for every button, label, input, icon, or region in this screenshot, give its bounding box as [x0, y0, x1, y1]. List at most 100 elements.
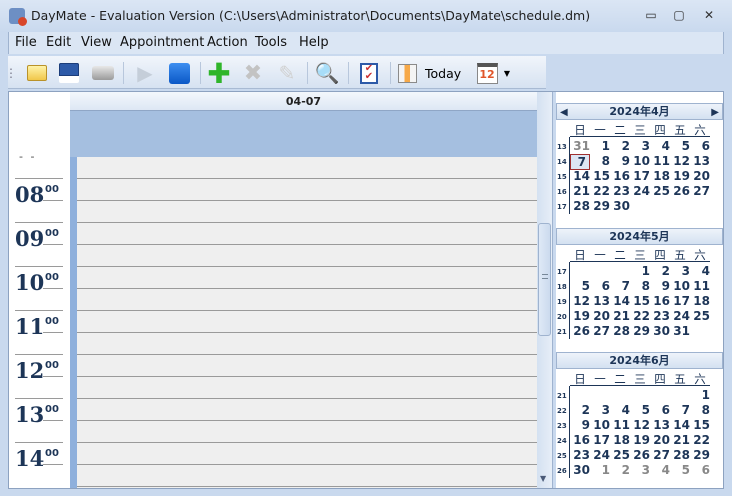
calendar-day[interactable]: 24 — [670, 309, 690, 323]
calendar-day[interactable]: 21 — [610, 309, 630, 323]
calendar-day[interactable]: 3 — [590, 403, 610, 417]
day-column-header[interactable]: 04-07 — [70, 92, 537, 111]
calendar-day[interactable]: 25 — [690, 309, 710, 323]
calendar-day[interactable]: 30 — [570, 463, 590, 477]
calendar-day[interactable]: 20 — [590, 309, 610, 323]
calendar-day[interactable]: 23 — [610, 184, 630, 198]
calendar-day[interactable]: 6 — [690, 463, 710, 477]
calendar-day[interactable]: 17 — [590, 433, 610, 447]
calendar-day[interactable]: 17 — [670, 294, 690, 308]
calendar-day[interactable]: 13 — [650, 418, 670, 432]
calendar-day[interactable]: 27 — [590, 324, 610, 338]
menu-action[interactable]: Action — [207, 35, 248, 50]
menu-appointment[interactable]: Appointment — [120, 35, 204, 50]
search-button[interactable]: 🔍 — [314, 60, 340, 86]
calendar-day[interactable]: 9 — [570, 418, 590, 432]
calendar-day[interactable]: 16 — [610, 169, 630, 183]
calendar-day[interactable]: 14 — [610, 294, 630, 308]
menu-view[interactable]: View — [81, 35, 112, 50]
vertical-scrollbar[interactable]: ▼ — [537, 92, 552, 488]
calendar-day[interactable]: 20 — [650, 433, 670, 447]
calendar-day[interactable]: 5 — [670, 139, 690, 153]
calendar-day[interactable]: 8 — [630, 279, 650, 293]
save-button[interactable] — [56, 60, 82, 86]
calendar-day[interactable]: 2 — [570, 403, 590, 417]
calendar-day[interactable]: 18 — [650, 169, 670, 183]
minimize-button[interactable]: ▭ — [640, 8, 662, 24]
calendar-day[interactable]: 4 — [650, 463, 670, 477]
calendar-day[interactable]: 28 — [570, 199, 590, 213]
calendar-day[interactable]: 2 — [650, 264, 670, 278]
calendar-day[interactable]: 26 — [570, 324, 590, 338]
calendar-day[interactable]: 19 — [670, 169, 690, 183]
calendar-day[interactable]: 12 — [670, 154, 690, 168]
date-picker-dropdown[interactable]: ▼ — [502, 60, 512, 86]
calendar-day[interactable]: 21 — [570, 184, 590, 198]
calendar-day[interactable]: 3 — [630, 463, 650, 477]
maximize-button[interactable]: ▢ — [668, 8, 690, 24]
calendar-day[interactable]: 25 — [650, 184, 670, 198]
calendar-day[interactable]: 21 — [670, 433, 690, 447]
calendar-day[interactable]: 13 — [690, 154, 710, 168]
calendar-day[interactable]: 10 — [630, 154, 650, 168]
calendar-day[interactable]: 19 — [570, 309, 590, 323]
calendar-day[interactable]: 9 — [610, 154, 630, 168]
calendar-day[interactable]: 11 — [690, 279, 710, 293]
calendar-day[interactable]: 10 — [670, 279, 690, 293]
calendar-day[interactable]: 30 — [610, 199, 630, 213]
calendar-day[interactable]: 22 — [690, 433, 710, 447]
calendar-day[interactable]: 4 — [610, 403, 630, 417]
calendar-day[interactable]: 15 — [630, 294, 650, 308]
calendar-day[interactable]: 11 — [610, 418, 630, 432]
calendar-day[interactable]: 7 — [670, 403, 690, 417]
calendar-day[interactable]: 23 — [570, 448, 590, 462]
calendar-day[interactable]: 29 — [630, 324, 650, 338]
calendar-day[interactable]: 2 — [610, 139, 630, 153]
calendar-day[interactable]: 14 — [570, 169, 590, 183]
calendar-day[interactable]: 4 — [690, 264, 710, 278]
menu-file[interactable]: File — [15, 35, 37, 50]
scrollbar-thumb[interactable] — [538, 223, 551, 336]
calendar-day[interactable]: 6 — [690, 139, 710, 153]
calendar-day[interactable]: 4 — [650, 139, 670, 153]
next-month-arrow[interactable]: ▶ — [711, 105, 719, 120]
calendar-day[interactable]: 18 — [610, 433, 630, 447]
edit-button[interactable]: ✎ — [274, 60, 300, 86]
calendar-day[interactable]: 15 — [590, 169, 610, 183]
prev-month-arrow[interactable]: ◀ — [560, 105, 568, 120]
calendar-day[interactable]: 28 — [670, 448, 690, 462]
close-button[interactable]: ✕ — [698, 8, 720, 24]
calendar-day[interactable]: 11 — [650, 154, 670, 168]
day-time-grid[interactable] — [70, 157, 537, 488]
calendar-day[interactable]: 12 — [630, 418, 650, 432]
menu-tools[interactable]: Tools — [255, 35, 287, 50]
calendar-day[interactable]: 28 — [610, 324, 630, 338]
calendar-day[interactable]: 5 — [630, 403, 650, 417]
calendar-day[interactable]: 16 — [650, 294, 670, 308]
calendar-day[interactable]: 18 — [690, 294, 710, 308]
calendar-day[interactable]: 7 — [610, 279, 630, 293]
calendar-day[interactable]: 27 — [650, 448, 670, 462]
calendar-day[interactable]: 31 — [570, 139, 590, 153]
calendar-day[interactable]: 15 — [690, 418, 710, 432]
stop-button[interactable] — [166, 60, 192, 86]
calendar-day[interactable]: 5 — [570, 279, 590, 293]
calendar-day[interactable]: 29 — [690, 448, 710, 462]
calendar-day[interactable]: 25 — [610, 448, 630, 462]
calendar-day[interactable]: 1 — [590, 139, 610, 153]
calendar-day[interactable]: 12 — [570, 294, 590, 308]
calendar-day[interactable]: 6 — [590, 279, 610, 293]
calendar-day[interactable]: 2 — [610, 463, 630, 477]
calendar-day[interactable]: 27 — [690, 184, 710, 198]
calendar-day[interactable]: 9 — [650, 279, 670, 293]
task-list-button[interactable]: ✔ ✔ — [356, 60, 382, 86]
menu-edit[interactable]: Edit — [46, 35, 71, 50]
calendar-day[interactable]: 14 — [670, 418, 690, 432]
today-button[interactable]: Today — [398, 60, 462, 86]
scroll-down-arrow[interactable]: ▼ — [540, 474, 546, 483]
selected-day[interactable]: 7 — [570, 154, 590, 170]
calendar-day[interactable]: 23 — [650, 309, 670, 323]
calendar-day[interactable]: 1 — [590, 463, 610, 477]
calendar-day[interactable]: 17 — [630, 169, 650, 183]
delete-button[interactable]: ✖ — [240, 60, 266, 86]
